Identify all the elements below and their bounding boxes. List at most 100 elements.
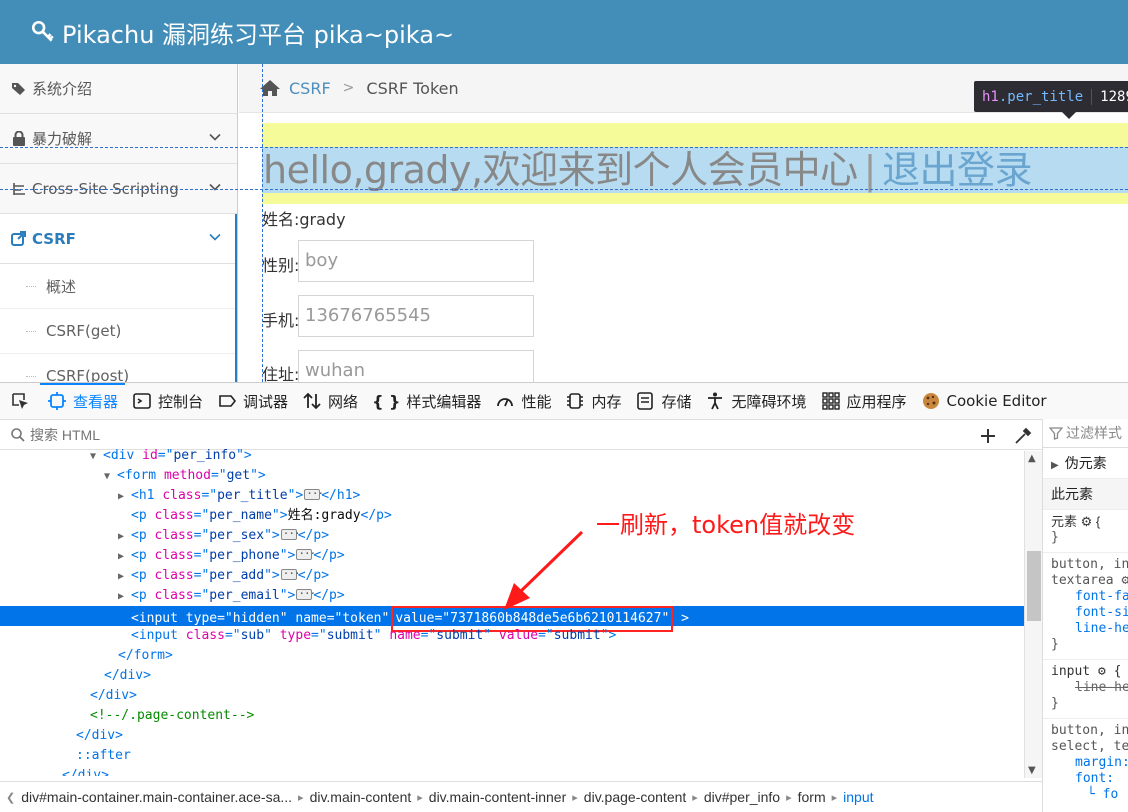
sidebar-subitem-csrf-post[interactable]: CSRF(post) bbox=[0, 354, 237, 382]
phone-field[interactable]: 13676765545 bbox=[298, 295, 534, 337]
collapsed-content-icon[interactable] bbox=[304, 484, 323, 504]
sidebar-subitem-csrf-get[interactable]: CSRF(get) bbox=[0, 309, 237, 354]
rule-property[interactable]: margin: bbox=[1043, 755, 1128, 771]
chevron-down-icon bbox=[209, 233, 221, 241]
page-title: hello,grady,欢迎来到个人会员中心 | 退出登录 bbox=[263, 147, 1032, 193]
rule-selector: select, te bbox=[1051, 739, 1128, 754]
chevron-down-icon bbox=[209, 133, 221, 141]
logout-link[interactable]: 退出登录 bbox=[882, 148, 1033, 192]
rule-property[interactable]: └ fo bbox=[1043, 787, 1128, 803]
element-rule[interactable]: 元素 ⚙ { bbox=[1043, 514, 1128, 530]
tab-storage[interactable]: 存储 bbox=[628, 383, 698, 419]
tree-scrollbar[interactable]: ▲ ▼ bbox=[1024, 451, 1042, 778]
brand[interactable]: Pikachu 漏洞练习平台 pika~pika~ bbox=[30, 15, 454, 50]
tab-inspector[interactable]: 查看器 bbox=[40, 383, 126, 419]
pseudo-elements-toggle[interactable]: ▶ 伪元素 bbox=[1043, 448, 1128, 479]
annotation-text: 一刷新，token值就改变 bbox=[596, 511, 856, 539]
collapsed-content-icon[interactable] bbox=[280, 564, 300, 584]
sex-label: 性别: bbox=[262, 256, 300, 275]
breadcrumb-separator: > bbox=[342, 80, 355, 96]
tab-application[interactable]: 应用程序 bbox=[814, 383, 914, 419]
tab-label: Cookie Editor bbox=[946, 392, 1047, 410]
sidebar-subitem-label: CSRF(post) bbox=[46, 367, 130, 382]
tab-console[interactable]: 控制台 bbox=[125, 383, 210, 419]
memory-icon bbox=[567, 393, 584, 409]
inspector-guide-line bbox=[0, 189, 1128, 190]
page-title-text: hello,grady,欢迎来到个人会员中心 bbox=[263, 148, 858, 192]
console-icon bbox=[133, 393, 151, 409]
tab-debugger[interactable]: 调试器 bbox=[210, 383, 295, 419]
tree-node-close-div: </div> bbox=[104, 668, 151, 683]
tooltip-tag: h1 bbox=[982, 88, 999, 105]
filter-styles-input[interactable]: 过滤样式 bbox=[1043, 419, 1128, 448]
node-crumb[interactable]: div#per_info bbox=[698, 789, 786, 805]
chevron-down-icon bbox=[209, 183, 221, 191]
scroll-up-icon[interactable]: ▲ bbox=[1028, 453, 1036, 464]
scrollbar-thumb[interactable] bbox=[1027, 551, 1041, 621]
sidebar-subitem-label: CSRF(get) bbox=[46, 322, 122, 340]
filter-icon bbox=[1049, 427, 1063, 440]
tree-node-form[interactable]: ▼ <form method="get"> bbox=[0, 466, 1024, 486]
tree-node-input-submit[interactable]: <input class="sub" type="submit" name="s… bbox=[0, 626, 1024, 646]
tab-accessibility[interactable]: 无障碍环境 bbox=[698, 383, 813, 419]
element-picker-button[interactable] bbox=[0, 383, 40, 419]
tree-node-comment[interactable]: <!--/.page-content--> bbox=[0, 706, 1024, 726]
tab-performance[interactable]: 性能 bbox=[488, 383, 558, 419]
sex-field[interactable]: boy bbox=[298, 240, 534, 282]
node-crumb[interactable]: div.main-content-inner bbox=[423, 789, 572, 805]
collapsed-content-icon[interactable] bbox=[280, 524, 300, 544]
tree-node-p-name[interactable]: <p class="per_name">姓名:grady</p> bbox=[0, 506, 1024, 526]
node-crumb[interactable]: div#main-container.main-container.ace-sa… bbox=[15, 789, 298, 805]
sidebar-item-label: CSRF bbox=[32, 229, 76, 248]
inspector-guide-line bbox=[262, 64, 263, 382]
address-field[interactable]: wuhan bbox=[298, 350, 534, 382]
breadcrumb-scroll-left-icon[interactable]: ❮ bbox=[0, 791, 15, 804]
search-html-input[interactable] bbox=[30, 427, 930, 443]
sidebar-subitem-overview[interactable]: 概述 bbox=[0, 264, 237, 309]
collapsed-content-icon[interactable] bbox=[296, 584, 315, 604]
sidebar-item-csrf[interactable]: CSRF bbox=[0, 214, 237, 264]
application-icon bbox=[821, 392, 840, 410]
node-crumb[interactable]: div.main-content bbox=[304, 789, 418, 805]
tab-label: 样式编辑器 bbox=[406, 392, 482, 411]
tab-label: 调试器 bbox=[243, 392, 289, 411]
tree-node-close-div: </div> bbox=[76, 728, 123, 743]
rule-close: } bbox=[1051, 530, 1059, 545]
sidebar-item-intro[interactable]: 系统介绍 bbox=[0, 64, 237, 114]
tab-label: 无障碍环境 bbox=[731, 392, 807, 411]
lock-icon bbox=[8, 131, 30, 146]
node-breadcrumbs: ❮ div#main-container.main-container.ace-… bbox=[0, 781, 1042, 812]
scroll-down-icon[interactable]: ▼ bbox=[1028, 765, 1036, 776]
collapsed-content-icon[interactable] bbox=[296, 544, 315, 564]
tree-node-h1[interactable]: ▶<h1 class="per_title"></h1> bbox=[0, 484, 1024, 506]
tab-memory[interactable]: 内存 bbox=[558, 383, 628, 419]
node-crumb[interactable]: form bbox=[792, 789, 832, 805]
rule-property[interactable]: font: bbox=[1043, 771, 1128, 787]
node-crumb-current[interactable]: input bbox=[837, 789, 879, 805]
tab-label: 控制台 bbox=[158, 392, 204, 411]
tab-cookie-editor[interactable]: Cookie Editor bbox=[914, 383, 1054, 419]
breadcrumb-link-csrf[interactable]: CSRF bbox=[289, 79, 331, 98]
tab-style-editor[interactable]: { } 样式编辑器 bbox=[365, 383, 488, 419]
eyedropper-icon[interactable] bbox=[1013, 426, 1033, 446]
sidebar-item-bruteforce[interactable]: 暴力破解 bbox=[0, 114, 237, 164]
rule-selector: button, in bbox=[1043, 552, 1128, 573]
inspector-icon bbox=[48, 392, 66, 410]
key-icon bbox=[31, 20, 54, 42]
rule-property-overridden[interactable]: line-he bbox=[1043, 680, 1128, 696]
phone-label: 手机: bbox=[262, 311, 300, 330]
rule-property[interactable]: font-fa bbox=[1043, 589, 1128, 605]
app-title: Pikachu 漏洞练习平台 pika~pika~ bbox=[62, 20, 455, 49]
add-node-icon[interactable] bbox=[978, 426, 998, 446]
tree-node-div[interactable]: ▼ <div id="per_info"> bbox=[0, 446, 1024, 466]
tree-node-pseudo-after[interactable]: ::after bbox=[0, 746, 1024, 766]
rule-property[interactable]: font-si bbox=[1043, 605, 1128, 621]
sidebar-item-label: 系统介绍 bbox=[32, 80, 93, 98]
node-crumb[interactable]: div.page-content bbox=[578, 789, 692, 805]
accessibility-icon bbox=[708, 392, 723, 410]
style-editor-icon: { } bbox=[372, 391, 401, 411]
sidebar-subitem-label: 概述 bbox=[46, 277, 77, 296]
tab-network[interactable]: 网络 bbox=[295, 383, 365, 419]
rule-property[interactable]: line-he bbox=[1043, 621, 1128, 637]
expand-icon: ▶ bbox=[1051, 460, 1059, 471]
